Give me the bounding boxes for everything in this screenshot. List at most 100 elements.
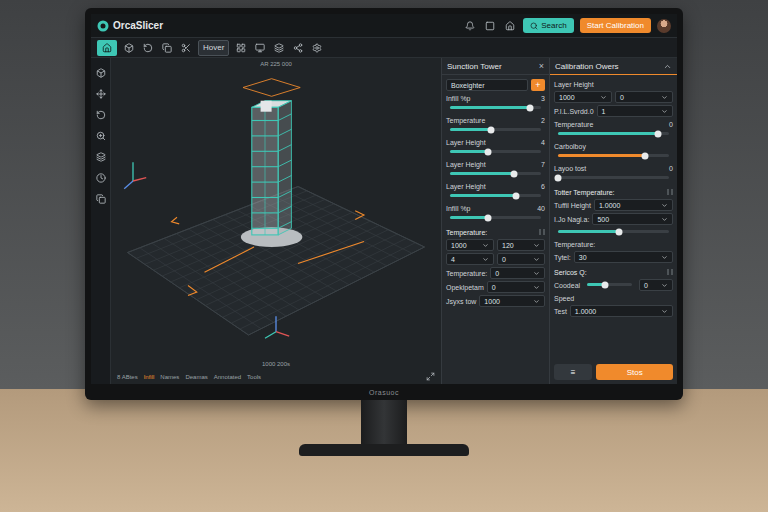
slider[interactable]	[450, 128, 541, 131]
build-plate-canvas[interactable]	[111, 70, 441, 358]
slider-thumb[interactable]	[555, 174, 562, 181]
section-heading: Totter Temperature:	[554, 185, 673, 197]
home-tab[interactable]	[97, 40, 117, 56]
slider[interactable]	[558, 176, 669, 179]
slider[interactable]	[450, 194, 541, 197]
viewport[interactable]: AR 225 0001000 200s8 ABtesInfillNamesDea…	[111, 58, 441, 384]
slider-thumb[interactable]	[512, 192, 519, 199]
slider-thumb[interactable]	[487, 126, 494, 133]
select[interactable]: 30	[574, 251, 673, 263]
slider-fill	[450, 216, 488, 219]
slider-thumb[interactable]	[485, 214, 492, 221]
window-button[interactable]	[483, 19, 497, 33]
tool-button[interactable]	[141, 41, 155, 55]
slider-fill	[450, 150, 488, 153]
slider[interactable]	[450, 172, 541, 175]
tool-button[interactable]	[310, 41, 324, 55]
field-label: Jsyxs tow	[446, 298, 476, 305]
panel-header: Sunction Tower×	[442, 58, 549, 75]
select[interactable]: 0	[639, 279, 673, 291]
select[interactable]: 1000	[446, 239, 494, 251]
select[interactable]: 0	[497, 253, 545, 265]
tool-button[interactable]	[253, 41, 267, 55]
select[interactable]: 1	[597, 105, 673, 117]
tool-button[interactable]	[122, 41, 136, 55]
status-item[interactable]: Deamas	[185, 374, 207, 380]
side-tool-button[interactable]	[94, 108, 108, 122]
select[interactable]: 0	[615, 91, 673, 103]
slider[interactable]	[450, 216, 541, 219]
slider-label: Layer Height	[446, 139, 486, 146]
slider[interactable]	[558, 154, 669, 157]
tool-button[interactable]	[179, 41, 193, 55]
slider-thumb[interactable]	[510, 170, 517, 177]
select[interactable]: 1000	[554, 91, 612, 103]
workspace: AR 225 0001000 200s8 ABtesInfillNamesDea…	[91, 58, 677, 384]
panel-button[interactable]: Stos	[596, 364, 673, 380]
preset-input[interactable]: Boxeighter	[446, 79, 528, 91]
search-button[interactable]: Search	[523, 18, 573, 33]
status-item[interactable]: Tools	[247, 374, 261, 380]
field-row: Jsyxs tow1000	[446, 295, 545, 307]
slider[interactable]	[450, 150, 541, 153]
toolbar-tab[interactable]: Hover	[198, 40, 229, 56]
slider-label-row: Layoo tost0	[554, 163, 673, 173]
side-tool-button[interactable]	[94, 87, 108, 101]
slider-field-row: Coodeal 0	[554, 279, 673, 291]
slider-fill	[558, 154, 645, 157]
layers-icon	[96, 152, 106, 162]
row-label: Speed	[554, 293, 673, 303]
field-label: P.I.L.Svrdd.0	[554, 108, 594, 115]
tower-panel: Sunction Tower×Boxeighter+Infill %p3Temp…	[441, 58, 549, 384]
select[interactable]: 1.0000	[570, 305, 673, 317]
user-avatar[interactable]	[657, 19, 671, 33]
panel-button[interactable]: ≡	[554, 364, 592, 380]
slider[interactable]	[558, 132, 669, 135]
side-tool-button[interactable]	[94, 129, 108, 143]
field-label: Coodeal	[554, 282, 580, 289]
slider-thumb[interactable]	[485, 148, 492, 155]
slider-thumb[interactable]	[641, 152, 648, 159]
slider-label-row: Layer Height7	[446, 159, 545, 169]
select[interactable]: 500	[592, 213, 673, 225]
side-tool-button[interactable]	[94, 150, 108, 164]
status-item[interactable]: 8 ABtes	[117, 374, 138, 380]
select[interactable]: 120	[497, 239, 545, 251]
calibration-tower[interactable]	[241, 101, 303, 247]
monitor-brand: Orasuoc	[91, 384, 677, 400]
slider-thumb[interactable]	[616, 228, 623, 235]
status-item[interactable]: Names	[160, 374, 179, 380]
select[interactable]: 4	[446, 253, 494, 265]
start-calibration-button[interactable]: Start Calibration	[580, 18, 651, 33]
side-tool-button[interactable]	[94, 192, 108, 206]
slider-label: Infill %p	[446, 95, 471, 102]
side-tool-button[interactable]	[94, 66, 108, 80]
slider[interactable]	[450, 106, 541, 109]
slider-row: Layer Height4	[446, 137, 545, 157]
notification-button[interactable]	[463, 19, 477, 33]
select[interactable]: 0	[490, 267, 545, 279]
status-item[interactable]: Infill	[144, 374, 155, 380]
slider-label-row: Infill %p3	[446, 93, 545, 103]
tool-button[interactable]	[291, 41, 305, 55]
row-label: Temperature:	[554, 239, 673, 249]
add-button[interactable]: +	[531, 79, 545, 91]
expand-icon[interactable]	[426, 372, 435, 381]
select[interactable]: 1000	[479, 295, 545, 307]
tool-button[interactable]	[234, 41, 248, 55]
tool-button[interactable]	[272, 41, 286, 55]
select[interactable]: 0	[487, 281, 545, 293]
home-button[interactable]	[503, 19, 517, 33]
collapse-icon[interactable]	[663, 62, 672, 71]
slider[interactable]	[587, 283, 632, 286]
side-tool-button[interactable]	[94, 171, 108, 185]
slider-thumb[interactable]	[602, 281, 609, 288]
select[interactable]: 1.0000	[594, 199, 673, 211]
close-button[interactable]: ×	[539, 61, 544, 71]
status-item[interactable]: Annotated	[214, 374, 241, 380]
grid-dots-icon	[667, 189, 673, 195]
slider-thumb[interactable]	[527, 104, 534, 111]
slider-thumb[interactable]	[654, 130, 661, 137]
slider[interactable]	[558, 230, 669, 233]
tool-button[interactable]	[160, 41, 174, 55]
